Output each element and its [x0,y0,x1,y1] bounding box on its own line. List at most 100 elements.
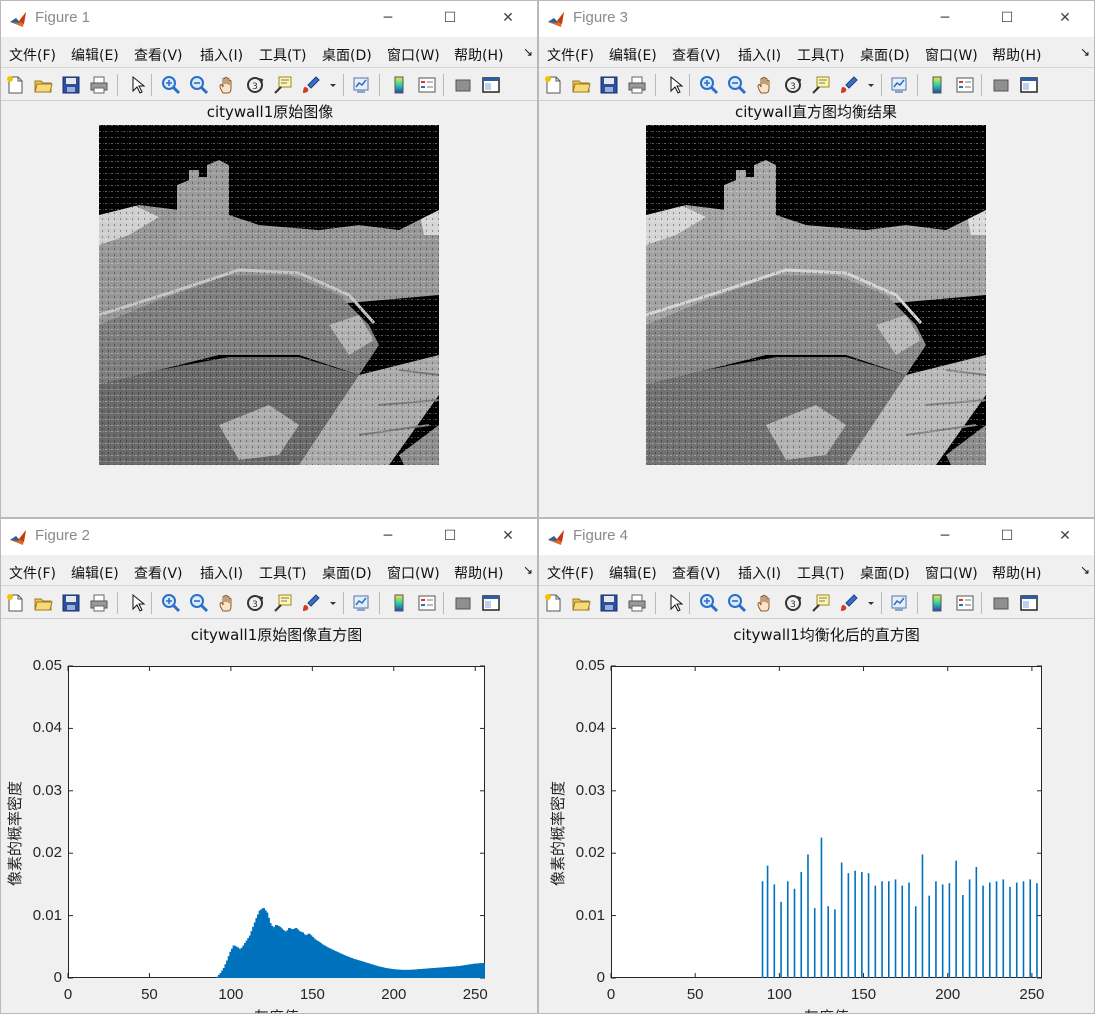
menu-help[interactable]: 帮助(H) [454,45,503,65]
menu-insert[interactable]: 插入(I) [200,563,243,583]
menu-insert[interactable]: 插入(I) [738,45,781,65]
print-icon[interactable] [627,75,647,95]
data-cursor-icon[interactable] [273,593,293,613]
histogram-axes[interactable] [610,665,1042,979]
brush-dropdown-icon[interactable] [867,593,875,613]
save-icon[interactable] [599,593,619,613]
figure-window-2[interactable]: Figure 2 ─ ☐ ✕ 文件(F) 编辑(E) 查看(V) 插入(I) 工具(T) 桌面(D… [0,518,538,1014]
image-axes[interactable] [99,125,439,465]
legend-icon[interactable] [955,75,975,95]
menu-desktop[interactable]: 桌面(D) [860,563,910,583]
menu-edit[interactable]: 编辑(E) [609,563,657,583]
menu-desktop[interactable]: 桌面(D) [322,45,372,65]
zoom-in-icon[interactable] [161,593,181,613]
menu-window[interactable]: 窗口(W) [925,563,978,583]
menu-insert[interactable]: 插入(I) [200,45,243,65]
close-button[interactable]: ✕ [1050,523,1080,549]
rotate-3d-icon[interactable]: 3 [245,593,265,613]
menu-tools[interactable]: 工具(T) [259,563,306,583]
histogram-axes[interactable] [67,665,485,979]
image-axes[interactable] [646,125,986,465]
close-button[interactable]: ✕ [493,523,523,549]
pointer-icon[interactable] [665,75,685,95]
pan-hand-icon[interactable] [755,75,775,95]
brush-icon[interactable] [301,75,321,95]
brush-icon[interactable] [839,75,859,95]
open-icon[interactable] [33,75,53,95]
menu-edit[interactable]: 编辑(E) [71,563,119,583]
new-figure-icon[interactable] [543,75,563,95]
print-icon[interactable] [627,593,647,613]
pointer-icon[interactable] [665,593,685,613]
menu-overflow-icon[interactable]: ↘ [1080,563,1090,577]
menu-window[interactable]: 窗口(W) [387,563,440,583]
maximize-button[interactable]: ☐ [435,523,465,549]
menu-help[interactable]: 帮助(H) [992,563,1041,583]
menu-tools[interactable]: 工具(T) [797,563,844,583]
menu-overflow-icon[interactable]: ↘ [1080,45,1090,59]
hide-plot-tools-icon[interactable] [991,593,1011,613]
new-figure-icon[interactable] [5,75,25,95]
brush-icon[interactable] [839,593,859,613]
menu-file[interactable]: 文件(F) [9,563,56,583]
title-bar[interactable]: Figure 2 ─ ☐ ✕ [1,519,537,555]
menu-window[interactable]: 窗口(W) [387,45,440,65]
legend-icon[interactable] [417,593,437,613]
zoom-in-icon[interactable] [699,75,719,95]
rotate-3d-icon[interactable]: 3 [245,75,265,95]
show-plot-tools-icon[interactable] [481,593,501,613]
menu-tools[interactable]: 工具(T) [797,45,844,65]
menu-tools[interactable]: 工具(T) [259,45,306,65]
menu-help[interactable]: 帮助(H) [992,45,1041,65]
data-cursor-icon[interactable] [811,75,831,95]
open-icon[interactable] [33,593,53,613]
maximize-button[interactable]: ☐ [992,5,1022,31]
menu-file[interactable]: 文件(F) [9,45,56,65]
data-cursor-icon[interactable] [811,593,831,613]
menu-view[interactable]: 查看(V) [672,45,721,65]
menu-desktop[interactable]: 桌面(D) [322,563,372,583]
zoom-out-icon[interactable] [727,75,747,95]
maximize-button[interactable]: ☐ [435,5,465,31]
brush-dropdown-icon[interactable] [867,75,875,95]
menu-file[interactable]: 文件(F) [547,563,594,583]
figure-window-1[interactable]: Figure 1 ─ ☐ ✕ 文件(F) 编辑(E) 查看(V) 插入(I) 工具(T) 桌面(D… [0,0,538,518]
new-figure-icon[interactable] [543,593,563,613]
zoom-out-icon[interactable] [189,593,209,613]
close-button[interactable]: ✕ [1050,5,1080,31]
link-plot-icon[interactable] [351,75,371,95]
link-plot-icon[interactable] [889,593,909,613]
hide-plot-tools-icon[interactable] [453,75,473,95]
pan-hand-icon[interactable] [217,75,237,95]
menu-edit[interactable]: 编辑(E) [71,45,119,65]
hide-plot-tools-icon[interactable] [991,75,1011,95]
brush-dropdown-icon[interactable] [329,593,337,613]
colorbar-icon[interactable] [927,75,947,95]
show-plot-tools-icon[interactable] [1019,593,1039,613]
menu-overflow-icon[interactable]: ↘ [523,45,533,59]
title-bar[interactable]: Figure 4 ─ ☐ ✕ [539,519,1094,555]
save-icon[interactable] [599,75,619,95]
rotate-3d-icon[interactable]: 3 [783,75,803,95]
save-icon[interactable] [61,75,81,95]
menu-view[interactable]: 查看(V) [672,563,721,583]
new-figure-icon[interactable] [5,593,25,613]
pointer-icon[interactable] [127,593,147,613]
pan-hand-icon[interactable] [217,593,237,613]
print-icon[interactable] [89,75,109,95]
pan-hand-icon[interactable] [755,593,775,613]
menu-window[interactable]: 窗口(W) [925,45,978,65]
zoom-in-icon[interactable] [161,75,181,95]
menu-view[interactable]: 查看(V) [134,563,183,583]
zoom-in-icon[interactable] [699,593,719,613]
menu-view[interactable]: 查看(V) [134,45,183,65]
data-cursor-icon[interactable] [273,75,293,95]
save-icon[interactable] [61,593,81,613]
menu-insert[interactable]: 插入(I) [738,563,781,583]
hide-plot-tools-icon[interactable] [453,593,473,613]
menu-help[interactable]: 帮助(H) [454,563,503,583]
minimize-button[interactable]: ─ [930,523,960,549]
rotate-3d-icon[interactable]: 3 [783,593,803,613]
brush-dropdown-icon[interactable] [329,75,337,95]
show-plot-tools-icon[interactable] [1019,75,1039,95]
